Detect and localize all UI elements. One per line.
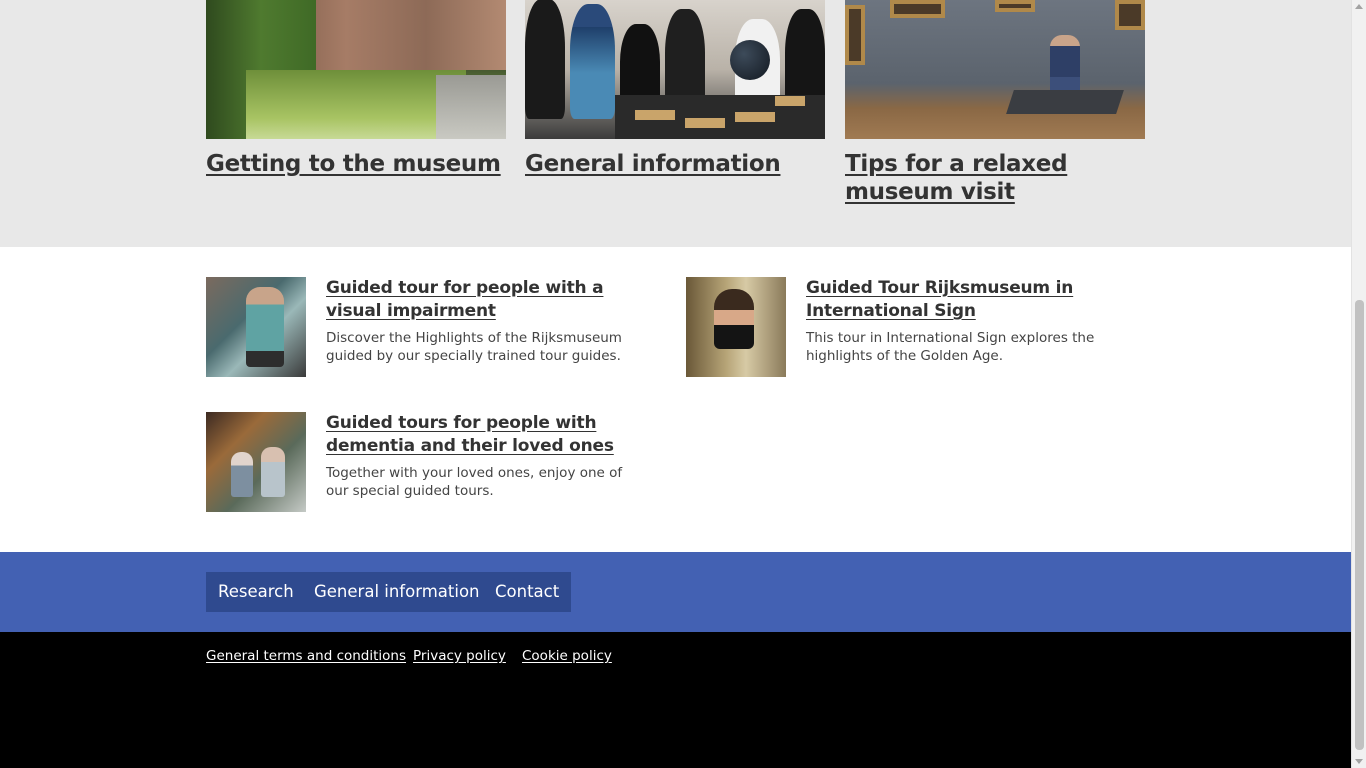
tour-description: Discover the Highlights of the Rijksmuse… xyxy=(326,330,622,364)
tour-thumbnail[interactable] xyxy=(206,277,306,377)
footer-nav: Research General information Contact xyxy=(0,552,1351,632)
terms-link[interactable]: General terms and conditions xyxy=(206,647,406,665)
tour-thumbnail[interactable] xyxy=(206,412,306,512)
card-general-information[interactable]: General information xyxy=(525,0,825,178)
general-information-button[interactable]: General information xyxy=(302,572,492,612)
card-title-link[interactable]: Getting to the museum xyxy=(206,150,506,178)
legal-footer: General terms and conditions Privacy pol… xyxy=(0,632,1351,768)
tour-thumbnail[interactable] xyxy=(686,277,786,377)
card-getting-to-museum[interactable]: Getting to the museum xyxy=(206,0,506,178)
tour-title-link[interactable]: Guided tour for people with a visual imp… xyxy=(326,277,626,323)
guided-tours-section: Guided tour for people with a visual imp… xyxy=(0,247,1351,552)
card-title-link[interactable]: General information xyxy=(525,150,825,178)
research-button[interactable]: Research xyxy=(206,572,306,612)
privacy-policy-link[interactable]: Privacy policy xyxy=(413,647,506,665)
vertical-scrollbar[interactable] xyxy=(1351,0,1366,768)
scroll-down-icon[interactable] xyxy=(1355,759,1363,764)
tour-description: This tour in International Sign explores… xyxy=(806,330,1095,364)
page: Getting to the museum General informatio… xyxy=(0,0,1351,768)
garden-photo[interactable] xyxy=(206,0,506,139)
scrollbar-thumb[interactable] xyxy=(1355,300,1364,750)
scroll-up-icon[interactable] xyxy=(1355,4,1363,9)
card-title-link[interactable]: Tips for a relaxed museum visit xyxy=(845,150,1145,206)
cookie-policy-link[interactable]: Cookie policy xyxy=(522,647,612,665)
tour-title-link[interactable]: Guided Tour Rijksmuseum in International… xyxy=(806,277,1106,323)
contact-button[interactable]: Contact xyxy=(483,572,572,612)
card-tips-relaxed-visit[interactable]: Tips for a relaxed museum visit xyxy=(845,0,1145,206)
group-photo[interactable] xyxy=(525,0,825,139)
tour-title-link[interactable]: Guided tours for people with dementia an… xyxy=(326,412,626,458)
gallery-photo[interactable] xyxy=(845,0,1145,139)
tour-description: Together with your loved ones, enjoy one… xyxy=(326,465,623,499)
info-cards-section: Getting to the museum General informatio… xyxy=(0,0,1351,247)
